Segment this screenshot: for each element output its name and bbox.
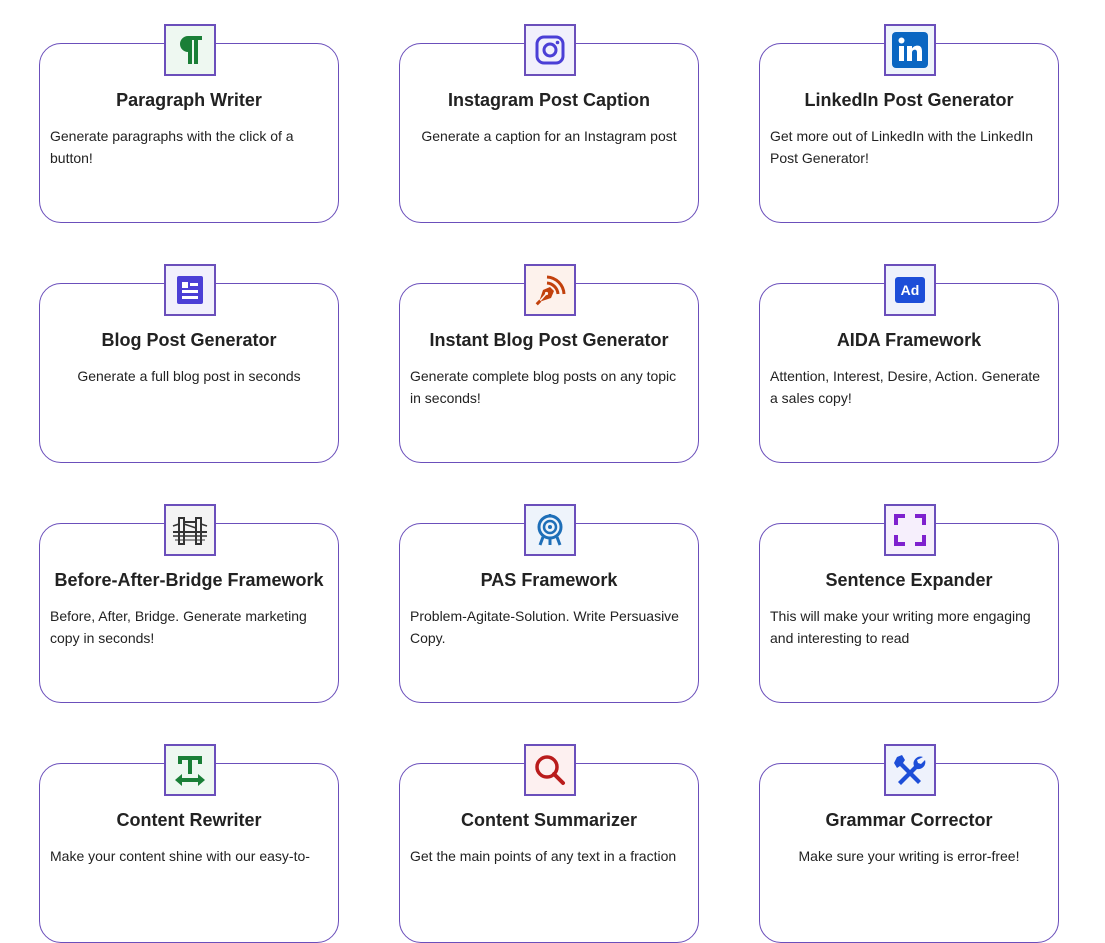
document-icon — [164, 264, 216, 316]
target-icon — [524, 504, 576, 556]
tool-card-sentence-expander[interactable]: Sentence Expander This will make your wr… — [759, 504, 1059, 703]
card-title: AIDA Framework — [836, 330, 982, 350]
expand-icon — [884, 504, 936, 556]
card-description: Before, After, Bridge. Generate marketin… — [50, 608, 307, 646]
tool-card-linkedin-post-generator[interactable]: LinkedIn Post Generator Get more out of … — [759, 24, 1059, 223]
card-title: Sentence Expander — [825, 570, 993, 590]
tool-card-content-rewriter[interactable]: Content Rewriter Make your content shine… — [39, 744, 339, 943]
card-description: Generate complete blog posts on any topi… — [410, 368, 677, 406]
card-title: Instant Blog Post Generator — [429, 330, 669, 350]
card-title: LinkedIn Post Generator — [804, 90, 1014, 110]
card-description: Get the main points of any text in a fra… — [410, 848, 677, 864]
pen-nib-icon — [524, 264, 576, 316]
card-description: Make your content shine with our easy-to… — [50, 848, 310, 864]
card-description: Generate a caption for an Instagram post — [421, 128, 677, 144]
card-description: Get more out of LinkedIn with the Linked… — [770, 128, 1034, 166]
text-width-icon — [164, 744, 216, 796]
card-title: Instagram Post Caption — [447, 90, 651, 110]
tool-card-grammar-corrector[interactable]: Grammar Corrector Make sure your writing… — [759, 744, 1059, 943]
card-title: PAS Framework — [480, 570, 618, 590]
card-description: Generate paragraphs with the click of a … — [50, 128, 294, 166]
tool-card-instant-blog-post-generator[interactable]: Instant Blog Post Generator Generate com… — [399, 264, 699, 463]
card-description: Attention, Interest, Desire, Action. Gen… — [770, 368, 1041, 406]
card-title: Content Summarizer — [460, 810, 638, 830]
tool-card-before-after-bridge-framework[interactable]: Before-After-Bridge Framework Before, Af… — [39, 504, 339, 703]
paragraph-icon — [164, 24, 216, 76]
tool-card-blog-post-generator[interactable]: Blog Post Generator Generate a full blog… — [39, 264, 339, 463]
tool-card-content-summarizer[interactable]: Content Summarizer Get the main points o… — [399, 744, 699, 943]
tool-card-paragraph-writer[interactable]: Paragraph Writer Generate paragraphs wit… — [39, 24, 339, 223]
tool-card-instagram-post-caption[interactable]: Instagram Post Caption Generate a captio… — [399, 24, 699, 223]
search-icon — [524, 744, 576, 796]
card-title: Content Rewriter — [116, 810, 262, 830]
card-title: Grammar Corrector — [825, 810, 993, 830]
card-title: Paragraph Writer — [116, 90, 262, 110]
card-description: Problem-Agitate-Solution. Write Persuasi… — [410, 608, 679, 646]
instagram-icon — [524, 24, 576, 76]
card-description: This will make your writing more engagin… — [770, 608, 1031, 646]
linkedin-icon — [884, 24, 936, 76]
ad-icon: Ad — [884, 264, 936, 316]
card-description: Make sure your writing is error-free! — [798, 848, 1020, 864]
tool-card-aida-framework[interactable]: Ad AIDA Framework Attention, Interest, D… — [759, 264, 1059, 463]
svg-text:Ad: Ad — [901, 282, 920, 298]
card-description: Generate a full blog post in seconds — [77, 368, 301, 384]
tools-icon — [884, 744, 936, 796]
tool-card-pas-framework[interactable]: PAS Framework Problem-Agitate-Solution. … — [399, 504, 699, 703]
card-title: Before-After-Bridge Framework — [54, 570, 324, 590]
bridge-icon — [164, 504, 216, 556]
card-title: Blog Post Generator — [101, 330, 277, 350]
